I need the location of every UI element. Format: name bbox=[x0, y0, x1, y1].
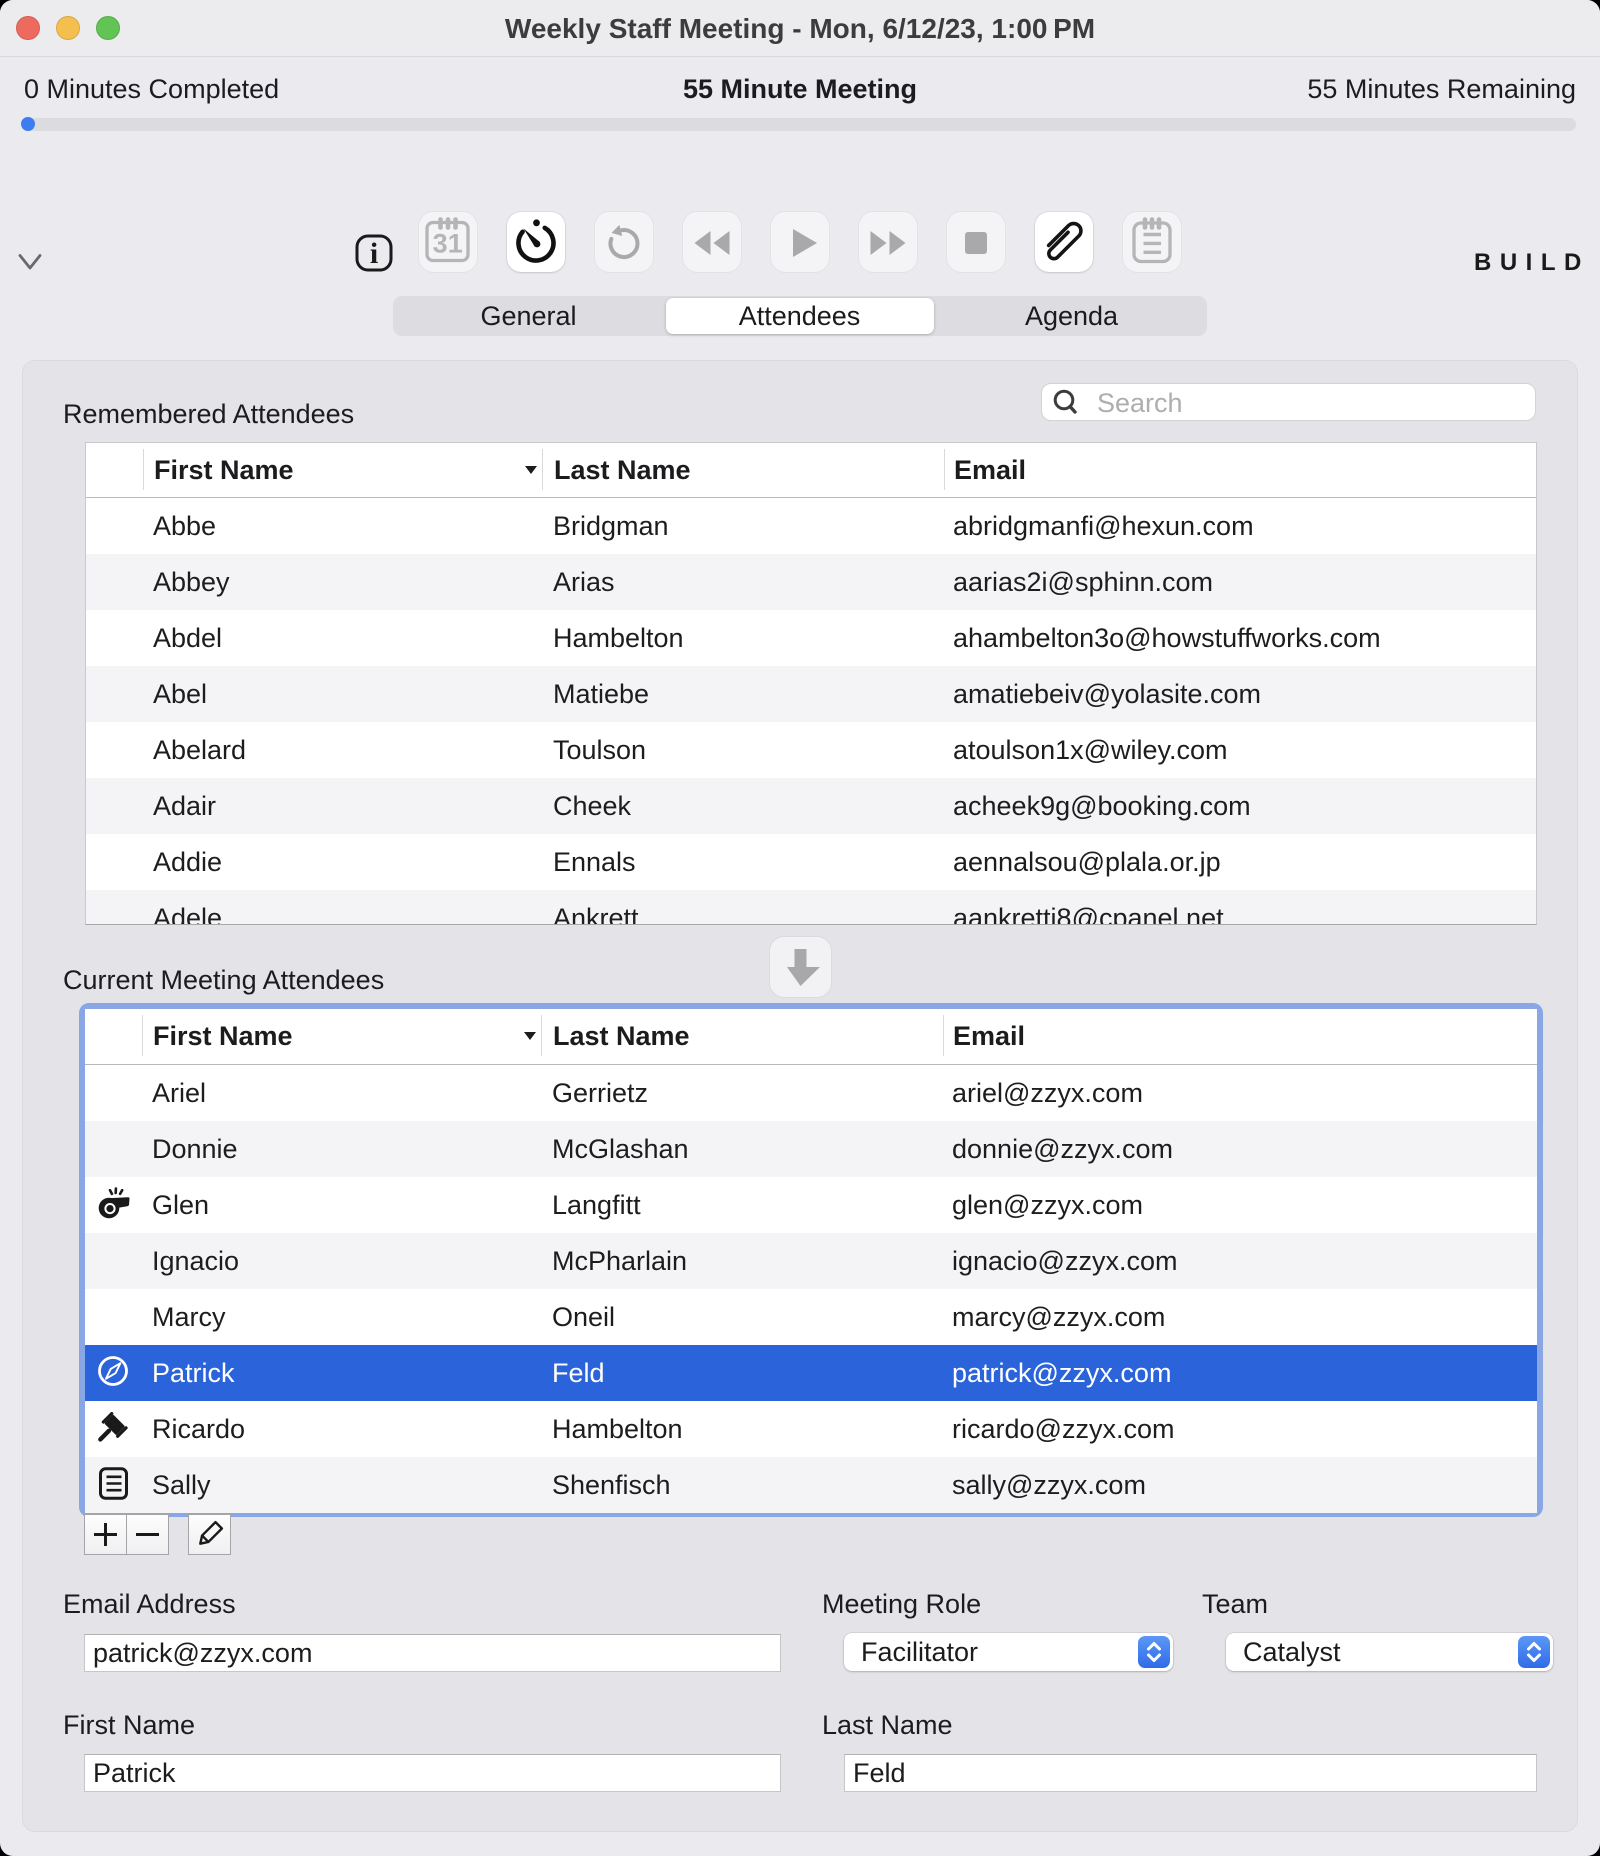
svg-text:31: 31 bbox=[433, 229, 463, 259]
svg-text:i: i bbox=[370, 237, 378, 270]
